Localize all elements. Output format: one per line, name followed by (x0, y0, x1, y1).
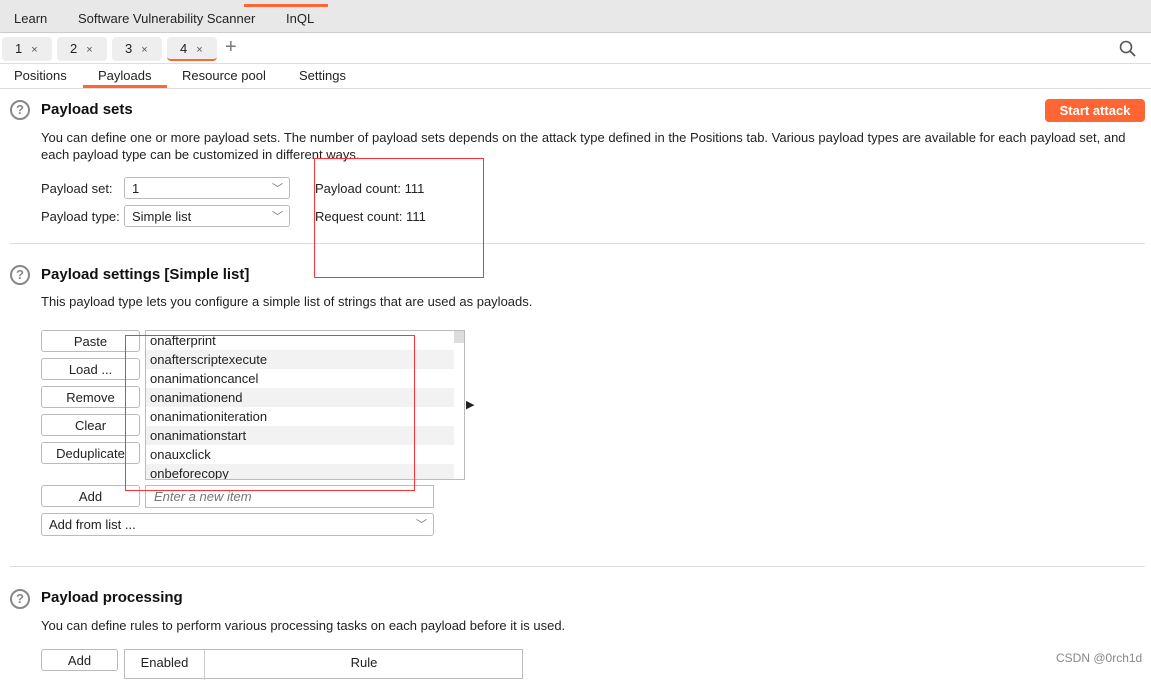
payload-settings-title: Payload settings [Simple list] (41, 266, 250, 283)
close-icon[interactable]: × (196, 44, 202, 56)
tab-label: 3 (125, 41, 133, 56)
list-item[interactable]: onanimationend (146, 388, 454, 407)
selected-value: Add from list ... (49, 517, 136, 532)
menu-learn[interactable]: Learn (14, 11, 47, 26)
subtab-positions[interactable]: Positions (14, 68, 67, 83)
clear-button[interactable]: Clear (41, 414, 140, 436)
column-enabled[interactable]: Enabled (125, 650, 205, 680)
chevron-down-icon: ﹀ (416, 519, 427, 531)
help-icon[interactable]: ? (10, 100, 30, 120)
payload-sets-title: Payload sets (41, 101, 133, 118)
close-icon[interactable]: × (86, 44, 92, 56)
payload-processing-title: Payload processing (41, 589, 183, 606)
subtab-payloads[interactable]: Payloads (98, 68, 151, 83)
start-attack-button[interactable]: Start attack (1045, 99, 1145, 122)
payload-count: Payload count: 111 (315, 181, 425, 196)
load-button[interactable]: Load ... (41, 358, 140, 380)
list-item[interactable]: onbeforecopy (146, 464, 454, 479)
selected-value: 1 (132, 181, 140, 196)
rules-table-header: Enabled Rule (124, 649, 523, 680)
tab-label: 1 (15, 41, 23, 56)
selected-value: Simple list (132, 209, 192, 224)
payload-type-label: Payload type: (41, 209, 120, 224)
divider (0, 88, 1151, 89)
tab-1[interactable]: 1 × (2, 37, 52, 61)
more-options-icon[interactable]: ⋮ (1146, 40, 1151, 56)
search-icon[interactable] (1119, 40, 1137, 58)
tab-label: 2 (70, 41, 78, 56)
active-top-tab-indicator (244, 4, 328, 7)
close-icon[interactable]: × (141, 44, 147, 56)
new-item-input[interactable] (145, 485, 434, 508)
add-from-list-select[interactable]: Add from list ... ﹀ (41, 513, 434, 536)
chevron-down-icon: ﹀ (272, 183, 283, 195)
tab-2[interactable]: 2 × (57, 37, 107, 61)
remove-button[interactable]: Remove (41, 386, 140, 408)
payload-processing-description: You can define rules to perform various … (41, 618, 566, 633)
help-icon[interactable]: ? (10, 589, 30, 609)
list-item[interactable]: onanimationstart (146, 426, 454, 445)
payload-type-select[interactable]: Simple list ﹀ (124, 205, 290, 227)
tab-4[interactable]: 4 × (167, 37, 217, 61)
add-tab-icon[interactable]: + (225, 36, 237, 59)
scrollbar-thumb[interactable] (454, 331, 464, 343)
subtab-settings[interactable]: Settings (299, 68, 346, 83)
list-item[interactable]: onanimationiteration (146, 407, 454, 426)
payload-settings-description: This payload type lets you configure a s… (41, 294, 533, 309)
payload-set-select[interactable]: 1 ﹀ (124, 177, 290, 199)
payload-list[interactable]: onafterprint onafterscriptexecute onanim… (145, 330, 465, 480)
chevron-down-icon: ﹀ (272, 211, 283, 223)
list-item[interactable]: onauxclick (146, 445, 454, 464)
payload-set-label: Payload set: (41, 181, 113, 196)
list-item[interactable]: onafterprint (146, 331, 454, 350)
tab-3[interactable]: 3 × (112, 37, 162, 61)
payload-sets-description: You can define one or more payload sets.… (41, 130, 1126, 162)
expand-arrow-icon[interactable]: ▶ (466, 398, 474, 411)
menu-software-vulnerability-scanner[interactable]: Software Vulnerability Scanner (78, 11, 255, 26)
add-rule-button[interactable]: Add (41, 649, 118, 671)
divider (10, 243, 1145, 244)
paste-button[interactable]: Paste (41, 330, 140, 352)
deduplicate-button[interactable]: Deduplicate (41, 442, 140, 464)
request-count: Request count: 111 (315, 209, 426, 224)
help-icon[interactable]: ? (10, 265, 30, 285)
payload-items: onafterprint onafterscriptexecute onanim… (146, 331, 464, 479)
divider (10, 566, 1145, 567)
column-rule[interactable]: Rule (205, 650, 523, 670)
watermark: CSDN @0rch1d (1056, 651, 1143, 665)
add-item-button[interactable]: Add (41, 485, 140, 507)
subtab-resource-pool[interactable]: Resource pool (182, 68, 266, 83)
list-item[interactable]: onanimationcancel (146, 369, 454, 388)
tab-label: 4 (180, 41, 188, 56)
menu-inql[interactable]: InQL (286, 11, 314, 26)
close-icon[interactable]: × (31, 44, 37, 56)
list-item[interactable]: onafterscriptexecute (146, 350, 454, 369)
